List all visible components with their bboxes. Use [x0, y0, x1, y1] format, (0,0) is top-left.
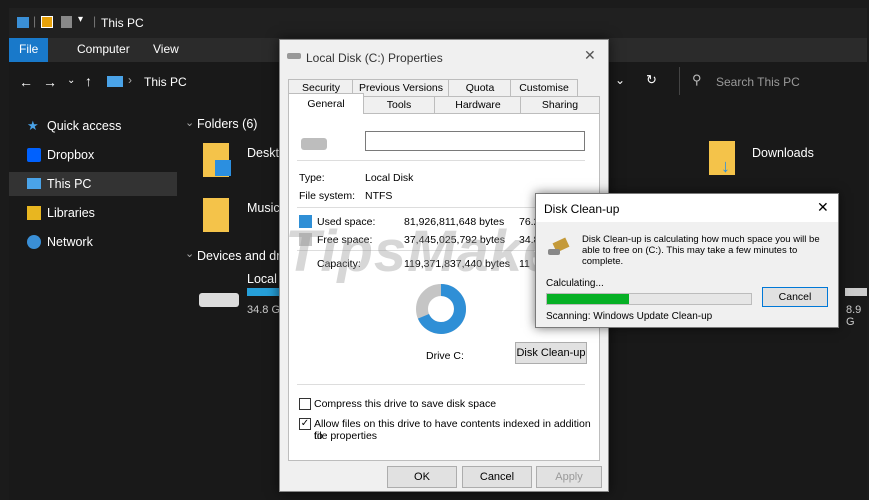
recent-chevron-down-icon[interactable]: ⌄	[67, 75, 75, 86]
drive-icon	[301, 138, 327, 150]
tab-sharing[interactable]: Sharing	[520, 96, 600, 114]
compress-checkbox[interactable]	[299, 398, 311, 410]
search-placeholder: Search This PC	[716, 75, 800, 89]
back-icon[interactable]: ←	[19, 74, 33, 90]
sidebar-item-this-pc[interactable]: This PC	[9, 172, 177, 196]
collapse-chevron-icon[interactable]: ⌄	[185, 116, 194, 129]
cleanup-title: Disk Clean-up	[544, 202, 620, 216]
star-icon: ★	[27, 118, 39, 133]
index-checkbox[interactable]: ✓	[299, 418, 311, 430]
drive-free-text: 34.8 G	[247, 304, 281, 316]
sidebar-item-network[interactable]: Network	[9, 230, 177, 254]
drive-icon	[548, 249, 560, 255]
progress-bar	[546, 293, 752, 305]
drive-label[interactable]: Local	[247, 272, 277, 286]
cleanup-message-line2: able to free on (C:). This may take a fe…	[582, 245, 798, 256]
navigation-pane: ★ Quick access Dropbox This PC Libraries…	[9, 104, 179, 500]
sidebar-item-label: Network	[47, 235, 93, 249]
sidebar-item-label: Quick access	[47, 119, 122, 133]
download-arrow-icon: ↓	[721, 156, 730, 176]
folder-icon[interactable]	[203, 198, 229, 232]
type-value: Local Disk	[365, 172, 414, 184]
sidebar-item-label: Libraries	[47, 206, 95, 220]
up-icon[interactable]: ↑	[85, 73, 92, 89]
file-system-value: NTFS	[365, 190, 393, 202]
tab-general[interactable]: General	[288, 93, 364, 114]
compress-label[interactable]: Compress this drive to save disk space	[314, 398, 496, 410]
desktop-overlay-icon	[215, 160, 231, 176]
scanning-status: Scanning: Windows Update Clean-up	[546, 311, 713, 322]
usage-donut-chart	[416, 284, 466, 334]
folder-downloads-label[interactable]: Downloads	[752, 146, 814, 160]
calculating-label: Calculating...	[546, 278, 604, 289]
drive-icon	[287, 53, 301, 59]
drive-free-text: 8.9 G	[846, 304, 862, 328]
drive-icon[interactable]	[199, 293, 239, 307]
tab-previous-versions[interactable]: Previous Versions	[352, 79, 450, 97]
tab-tools[interactable]: Tools	[362, 96, 436, 114]
sidebar-item-label: Dropbox	[47, 148, 95, 162]
monitor-icon	[27, 178, 41, 189]
cleanup-cancel-button[interactable]: Cancel	[762, 287, 828, 307]
tab-quota[interactable]: Quota	[448, 79, 512, 97]
cleanup-message-line3: complete.	[582, 256, 624, 267]
refresh-icon[interactable]: ↻	[646, 72, 657, 88]
dropbox-icon	[27, 148, 41, 162]
dialog-title: Local Disk (C:) Properties	[306, 51, 443, 65]
new-folder-quick-icon[interactable]	[61, 16, 72, 28]
this-pc-icon	[107, 76, 123, 87]
search-box[interactable]: ⚲ Search This PC	[679, 67, 868, 95]
sidebar-item-libraries[interactable]: Libraries	[9, 201, 177, 225]
tab-computer[interactable]: Computer	[67, 38, 140, 62]
close-icon[interactable]: ✕	[584, 47, 596, 64]
ok-button[interactable]: OK	[387, 466, 457, 488]
tab-view[interactable]: View	[143, 38, 189, 62]
drive-usage-bar	[845, 288, 867, 296]
collapse-chevron-icon[interactable]: ⌄	[185, 247, 194, 260]
title-bar: | ▾ | This PC	[9, 8, 867, 38]
apply-button: Apply	[536, 466, 602, 488]
customize-toolbar-icon[interactable]: ▾	[78, 14, 83, 25]
search-icon: ⚲	[692, 72, 702, 87]
forward-icon[interactable]: →	[43, 74, 57, 90]
drive-name-input[interactable]	[365, 131, 585, 151]
disk-cleanup-button[interactable]: Disk Clean-up	[515, 342, 587, 364]
cancel-button[interactable]: Cancel	[462, 466, 532, 488]
libraries-icon	[27, 206, 41, 220]
sidebar-item-dropbox[interactable]: Dropbox	[9, 143, 177, 167]
watermark: TipsMake	[285, 219, 557, 284]
divider	[297, 160, 585, 161]
separator: |	[93, 14, 97, 28]
devices-header: Devices and dri	[197, 249, 284, 263]
folder-music-label[interactable]: Music	[247, 201, 280, 215]
tab-hardware[interactable]: Hardware	[434, 96, 522, 114]
cleanup-title-bar: Disk Clean-up ✕	[536, 194, 838, 222]
window-title: This PC	[101, 16, 144, 30]
tab-file[interactable]: File	[9, 38, 49, 62]
folders-header: Folders (6)	[197, 117, 258, 131]
disk-cleanup-dialog: Disk Clean-up ✕ Disk Clean-up is calcula…	[535, 193, 839, 328]
address-dropdown-icon[interactable]: ⌄	[615, 73, 625, 87]
drive-caption: Drive C:	[426, 350, 464, 362]
explorer-icon	[17, 17, 29, 28]
divider	[297, 384, 585, 385]
network-icon	[27, 235, 41, 249]
file-system-label: File system:	[299, 190, 356, 202]
type-label: Type:	[299, 172, 325, 184]
breadcrumb-this-pc[interactable]: This PC	[144, 75, 187, 89]
progress-fill	[547, 294, 629, 304]
breadcrumb-chevron-icon: ›	[128, 73, 132, 87]
cleanup-message-line1: Disk Clean-up is calculating how much sp…	[582, 234, 820, 245]
index-label-line2[interactable]: file properties	[314, 430, 377, 442]
sidebar-item-quick-access[interactable]: ★ Quick access	[9, 114, 177, 138]
tab-customise[interactable]: Customise	[510, 79, 578, 97]
sidebar-item-label: This PC	[47, 177, 92, 191]
close-icon[interactable]: ✕	[817, 199, 829, 216]
properties-quick-icon[interactable]	[41, 16, 53, 28]
separator: |	[33, 14, 37, 28]
